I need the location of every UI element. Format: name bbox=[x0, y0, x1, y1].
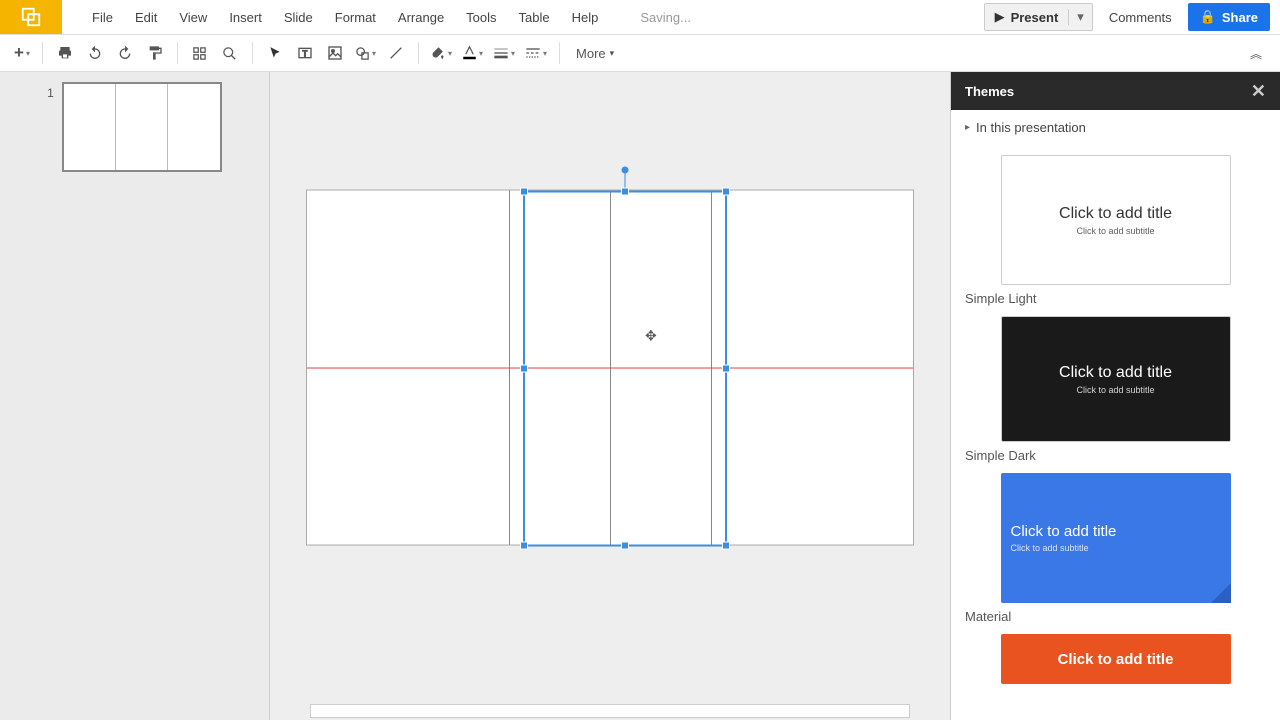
play-icon: ▶ bbox=[995, 9, 1005, 25]
resize-handle-nw[interactable] bbox=[520, 188, 528, 196]
save-status: Saving... bbox=[640, 10, 691, 25]
more-button[interactable]: More▾ bbox=[568, 46, 622, 61]
filmstrip-panel[interactable]: 1 bbox=[0, 72, 270, 720]
theme-label: Simple Light bbox=[965, 291, 1266, 306]
line-dash-icon[interactable]: ▾ bbox=[521, 39, 551, 67]
theme-orange[interactable]: Click to add title bbox=[1001, 634, 1231, 684]
app-logo[interactable] bbox=[0, 0, 62, 34]
fill-color-icon[interactable]: ▾ bbox=[427, 39, 456, 67]
resize-handle-s[interactable] bbox=[621, 542, 629, 550]
slide-thumbnail[interactable] bbox=[62, 82, 222, 172]
chevron-right-icon: ▸ bbox=[965, 122, 970, 133]
themes-panel: Themes ✕ ▸ In this presentation Click to… bbox=[950, 72, 1280, 720]
menu-file[interactable]: File bbox=[92, 10, 113, 25]
themes-section-toggle[interactable]: ▸ In this presentation bbox=[951, 110, 1280, 145]
lock-icon: 🔒 bbox=[1200, 9, 1216, 25]
undo-icon[interactable] bbox=[81, 39, 109, 67]
theme-label: Material bbox=[965, 609, 1266, 624]
menu-tools[interactable]: Tools bbox=[466, 10, 496, 25]
selection-box[interactable]: ✥ bbox=[523, 191, 727, 547]
paint-format-icon[interactable] bbox=[141, 39, 169, 67]
comments-button[interactable]: Comments bbox=[1103, 10, 1178, 25]
image-icon[interactable] bbox=[321, 39, 349, 67]
line-weight-icon[interactable]: ▾ bbox=[489, 39, 519, 67]
slide[interactable]: ✥ bbox=[306, 190, 914, 546]
resize-handle-n[interactable] bbox=[621, 188, 629, 196]
resize-handle-sw[interactable] bbox=[520, 542, 528, 550]
menu-format[interactable]: Format bbox=[335, 10, 376, 25]
menu-arrange[interactable]: Arrange bbox=[398, 10, 444, 25]
menu-slide[interactable]: Slide bbox=[284, 10, 313, 25]
resize-handle-e[interactable] bbox=[722, 365, 730, 373]
resize-handle-w[interactable] bbox=[520, 365, 528, 373]
menu-help[interactable]: Help bbox=[572, 10, 599, 25]
present-button[interactable]: ▶Present ▾ bbox=[984, 3, 1093, 31]
slide-number: 1 bbox=[47, 82, 54, 172]
share-button[interactable]: 🔒Share bbox=[1188, 3, 1270, 31]
print-icon[interactable] bbox=[51, 39, 79, 67]
notes-bar[interactable] bbox=[310, 704, 910, 718]
theme-label: Simple Dark bbox=[965, 448, 1266, 463]
textbox-icon[interactable]: T bbox=[291, 39, 319, 67]
select-tool-icon[interactable] bbox=[261, 39, 289, 67]
close-icon[interactable]: ✕ bbox=[1251, 81, 1266, 102]
theme-simple-dark[interactable]: Click to add title Click to add subtitle bbox=[1001, 316, 1231, 442]
new-slide-button[interactable]: +▾ bbox=[10, 39, 34, 67]
themes-title: Themes bbox=[965, 84, 1014, 99]
move-cursor-icon: ✥ bbox=[645, 328, 657, 345]
resize-handle-se[interactable] bbox=[722, 542, 730, 550]
theme-simple-light[interactable]: Click to add title Click to add subtitle bbox=[1001, 155, 1231, 285]
zoom-fit-icon[interactable] bbox=[186, 39, 214, 67]
line-color-icon[interactable]: ▾ bbox=[458, 39, 487, 67]
menu-edit[interactable]: Edit bbox=[135, 10, 157, 25]
menu-view[interactable]: View bbox=[179, 10, 207, 25]
menu-insert[interactable]: Insert bbox=[229, 10, 262, 25]
resize-handle-ne[interactable] bbox=[722, 188, 730, 196]
svg-text:T: T bbox=[303, 49, 308, 58]
theme-material[interactable]: Click to add title Click to add subtitle bbox=[1001, 473, 1231, 603]
present-dropdown[interactable]: ▾ bbox=[1068, 9, 1092, 25]
redo-icon[interactable] bbox=[111, 39, 139, 67]
menu-table[interactable]: Table bbox=[519, 10, 550, 25]
rotate-handle[interactable] bbox=[622, 167, 629, 174]
canvas[interactable]: ✥ bbox=[270, 72, 950, 720]
collapse-toolbar-icon[interactable]: ︽ bbox=[1242, 39, 1270, 67]
zoom-icon[interactable] bbox=[216, 39, 244, 67]
line-icon[interactable] bbox=[382, 39, 410, 67]
shape-icon[interactable]: ▾ bbox=[351, 39, 380, 67]
